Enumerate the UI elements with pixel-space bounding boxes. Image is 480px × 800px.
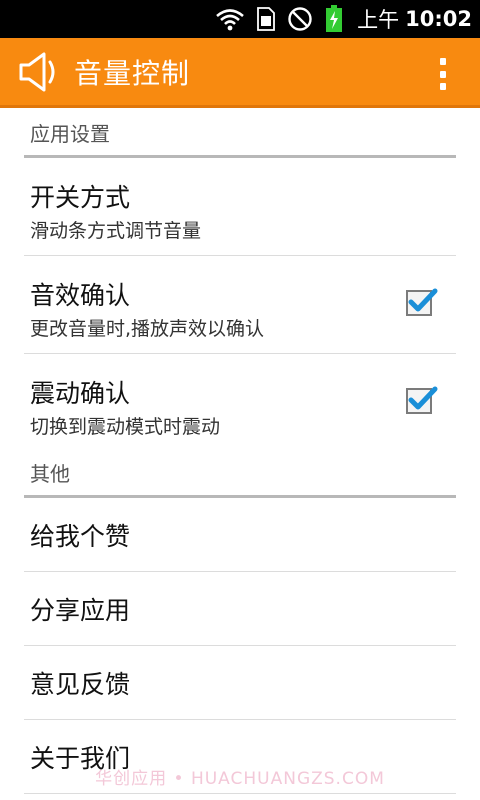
- no-sign-icon: [287, 6, 313, 32]
- sound-confirm-checkbox[interactable]: [406, 288, 438, 316]
- overflow-menu-icon[interactable]: [436, 58, 450, 90]
- battery-charging-icon: [325, 5, 343, 33]
- pref-title: 分享应用: [30, 595, 131, 625]
- action-bar: 音量控制: [0, 38, 480, 108]
- pref-title: 开关方式: [30, 183, 131, 212]
- page-title: 音量控制: [74, 56, 191, 90]
- sim-icon: [257, 7, 276, 31]
- section-header-other: 其他: [24, 452, 456, 498]
- pref-feedback[interactable]: 意见反馈: [24, 646, 456, 720]
- watermark: 华创应用 • HUACHUANGZS.COM: [95, 769, 385, 789]
- vibrate-confirm-checkbox[interactable]: [406, 386, 438, 414]
- pref-switch-mode[interactable]: 开关方式 滑动条方式调节音量: [24, 158, 456, 256]
- pref-vibrate-confirm[interactable]: 震动确认 切换到震动模式时震动: [24, 354, 456, 452]
- pref-like-us[interactable]: 给我个赞: [24, 498, 456, 572]
- pref-title: 给我个赞: [30, 521, 131, 551]
- status-bar: 上午 10:02: [0, 0, 480, 38]
- pref-title: 音效确认: [30, 281, 131, 310]
- preferences-list: 应用设置 开关方式 滑动条方式调节音量 音效确认 更改音量时,播放声效以确认 震…: [0, 108, 480, 794]
- pref-summary: 滑动条方式调节音量: [30, 220, 202, 242]
- section-header-app-settings: 应用设置: [24, 108, 456, 158]
- pref-share-app[interactable]: 分享应用: [24, 572, 456, 646]
- status-time-period: 上午: [357, 8, 400, 32]
- pref-summary: 切换到震动模式时震动: [30, 416, 221, 438]
- pref-title: 意见反馈: [30, 669, 131, 699]
- pref-sound-confirm[interactable]: 音效确认 更改音量时,播放声效以确认: [24, 256, 456, 354]
- wifi-icon: [215, 7, 245, 31]
- checkmark-icon: [408, 386, 438, 410]
- pref-title: 震动确认: [30, 379, 131, 408]
- status-time: 10:02: [405, 7, 472, 31]
- checkmark-icon: [408, 288, 438, 312]
- speaker-icon[interactable]: [18, 51, 66, 93]
- pref-summary: 更改音量时,播放声效以确认: [30, 318, 265, 340]
